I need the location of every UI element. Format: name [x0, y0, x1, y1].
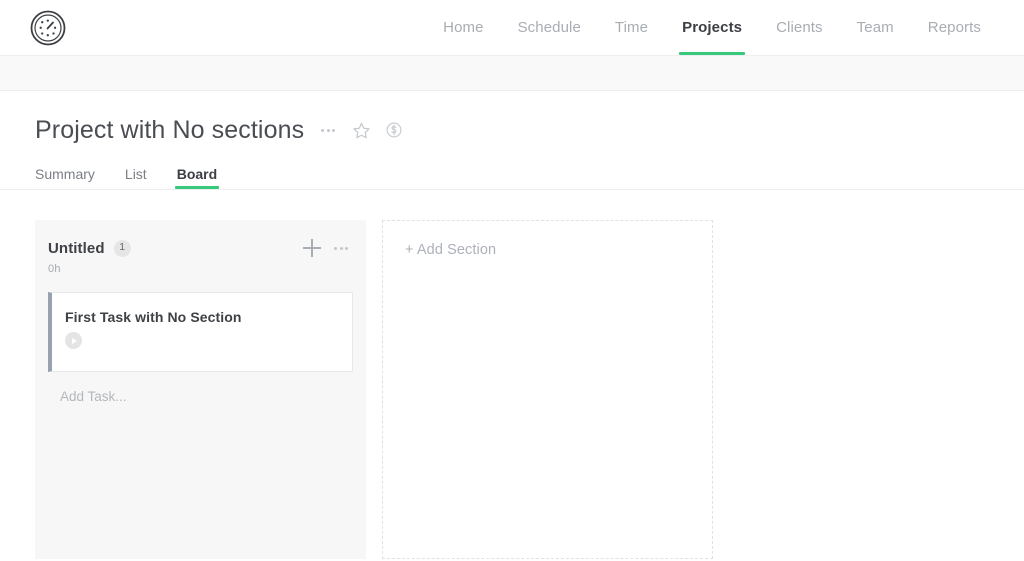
star-icon[interactable]	[352, 121, 371, 140]
dollar-circle-icon[interactable]	[385, 121, 403, 139]
project-tabs: Summary List Board	[35, 161, 1024, 189]
stopwatch-logo-icon[interactable]	[28, 8, 68, 48]
add-section-label: + Add Section	[405, 242, 496, 258]
add-task-plus-icon[interactable]	[303, 239, 321, 257]
column-header: Untitled 1	[48, 238, 353, 258]
tab-list[interactable]: List	[125, 166, 147, 189]
add-task-input[interactable]: Add Task...	[48, 389, 353, 404]
column-more-horizontal-icon[interactable]	[331, 238, 351, 258]
tab-summary[interactable]: Summary	[35, 166, 95, 189]
nav-item-clients[interactable]: Clients	[759, 0, 840, 55]
nav-item-team[interactable]: Team	[840, 0, 911, 55]
project-title-row: Project with No sections	[35, 115, 1024, 145]
column-title: Untitled	[48, 240, 105, 257]
nav-item-time[interactable]: Time	[598, 0, 665, 55]
nav-item-reports[interactable]: Reports	[911, 0, 998, 55]
nav-item-schedule[interactable]: Schedule	[501, 0, 598, 55]
top-navigation-bar: Home Schedule Time Projects Clients Team…	[0, 0, 1024, 55]
add-section-placeholder[interactable]: + Add Section	[382, 220, 713, 559]
column-task-count-badge: 1	[114, 240, 131, 257]
task-card[interactable]: First Task with No Section	[48, 292, 353, 372]
project-header: Project with No sections Summary List Bo…	[0, 91, 1024, 189]
tab-board[interactable]: Board	[177, 166, 217, 189]
page-title: Project with No sections	[35, 115, 304, 145]
nav-item-projects[interactable]: Projects	[665, 0, 759, 55]
secondary-toolbar-strip	[0, 55, 1024, 91]
column-header-actions	[303, 238, 351, 258]
more-horizontal-icon[interactable]	[318, 120, 338, 140]
play-icon[interactable]	[65, 332, 82, 349]
more-dots	[318, 120, 338, 140]
nav-item-home[interactable]: Home	[426, 0, 500, 55]
task-title: First Task with No Section	[65, 309, 352, 325]
board-column-untitled: Untitled 1 0h First Task with No Section…	[35, 220, 366, 559]
column-hours-total: 0h	[48, 263, 353, 275]
main-nav: Home Schedule Time Projects Clients Team…	[426, 0, 998, 55]
board-canvas: Untitled 1 0h First Task with No Section…	[0, 190, 1024, 530]
